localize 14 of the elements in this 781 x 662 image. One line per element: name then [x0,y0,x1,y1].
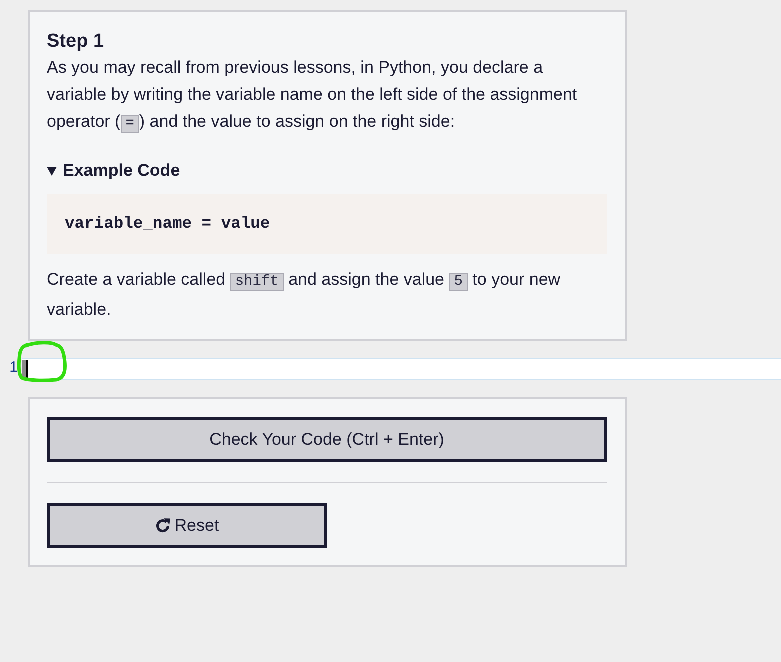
reload-icon [154,518,171,534]
check-code-button[interactable]: Check Your Code (Ctrl + Enter) [47,417,607,462]
line-number: 1 [8,358,19,378]
example-code-summary[interactable]: Example Code [47,158,607,184]
inline-code: = [120,115,140,133]
instruction-text: As you may recall from previous lessons, in Python, you declare a variable by writing the variable name on the left side of the assignment operator ( = ) and the value to assign on the right side: [47,57,578,135]
code-editor[interactable] [22,358,781,380]
task-text: Create a variable called shift and assign the value 5 to your new variable. [47,269,562,321]
inline-code: shift [230,273,284,291]
hand-drawn-circle-drawing [16,340,70,384]
step-title: Step 1 [47,30,106,54]
inline-code: 5 [449,273,468,291]
code-block: variable_name = value [47,194,607,254]
reset-button[interactable]: Reset [47,503,327,548]
